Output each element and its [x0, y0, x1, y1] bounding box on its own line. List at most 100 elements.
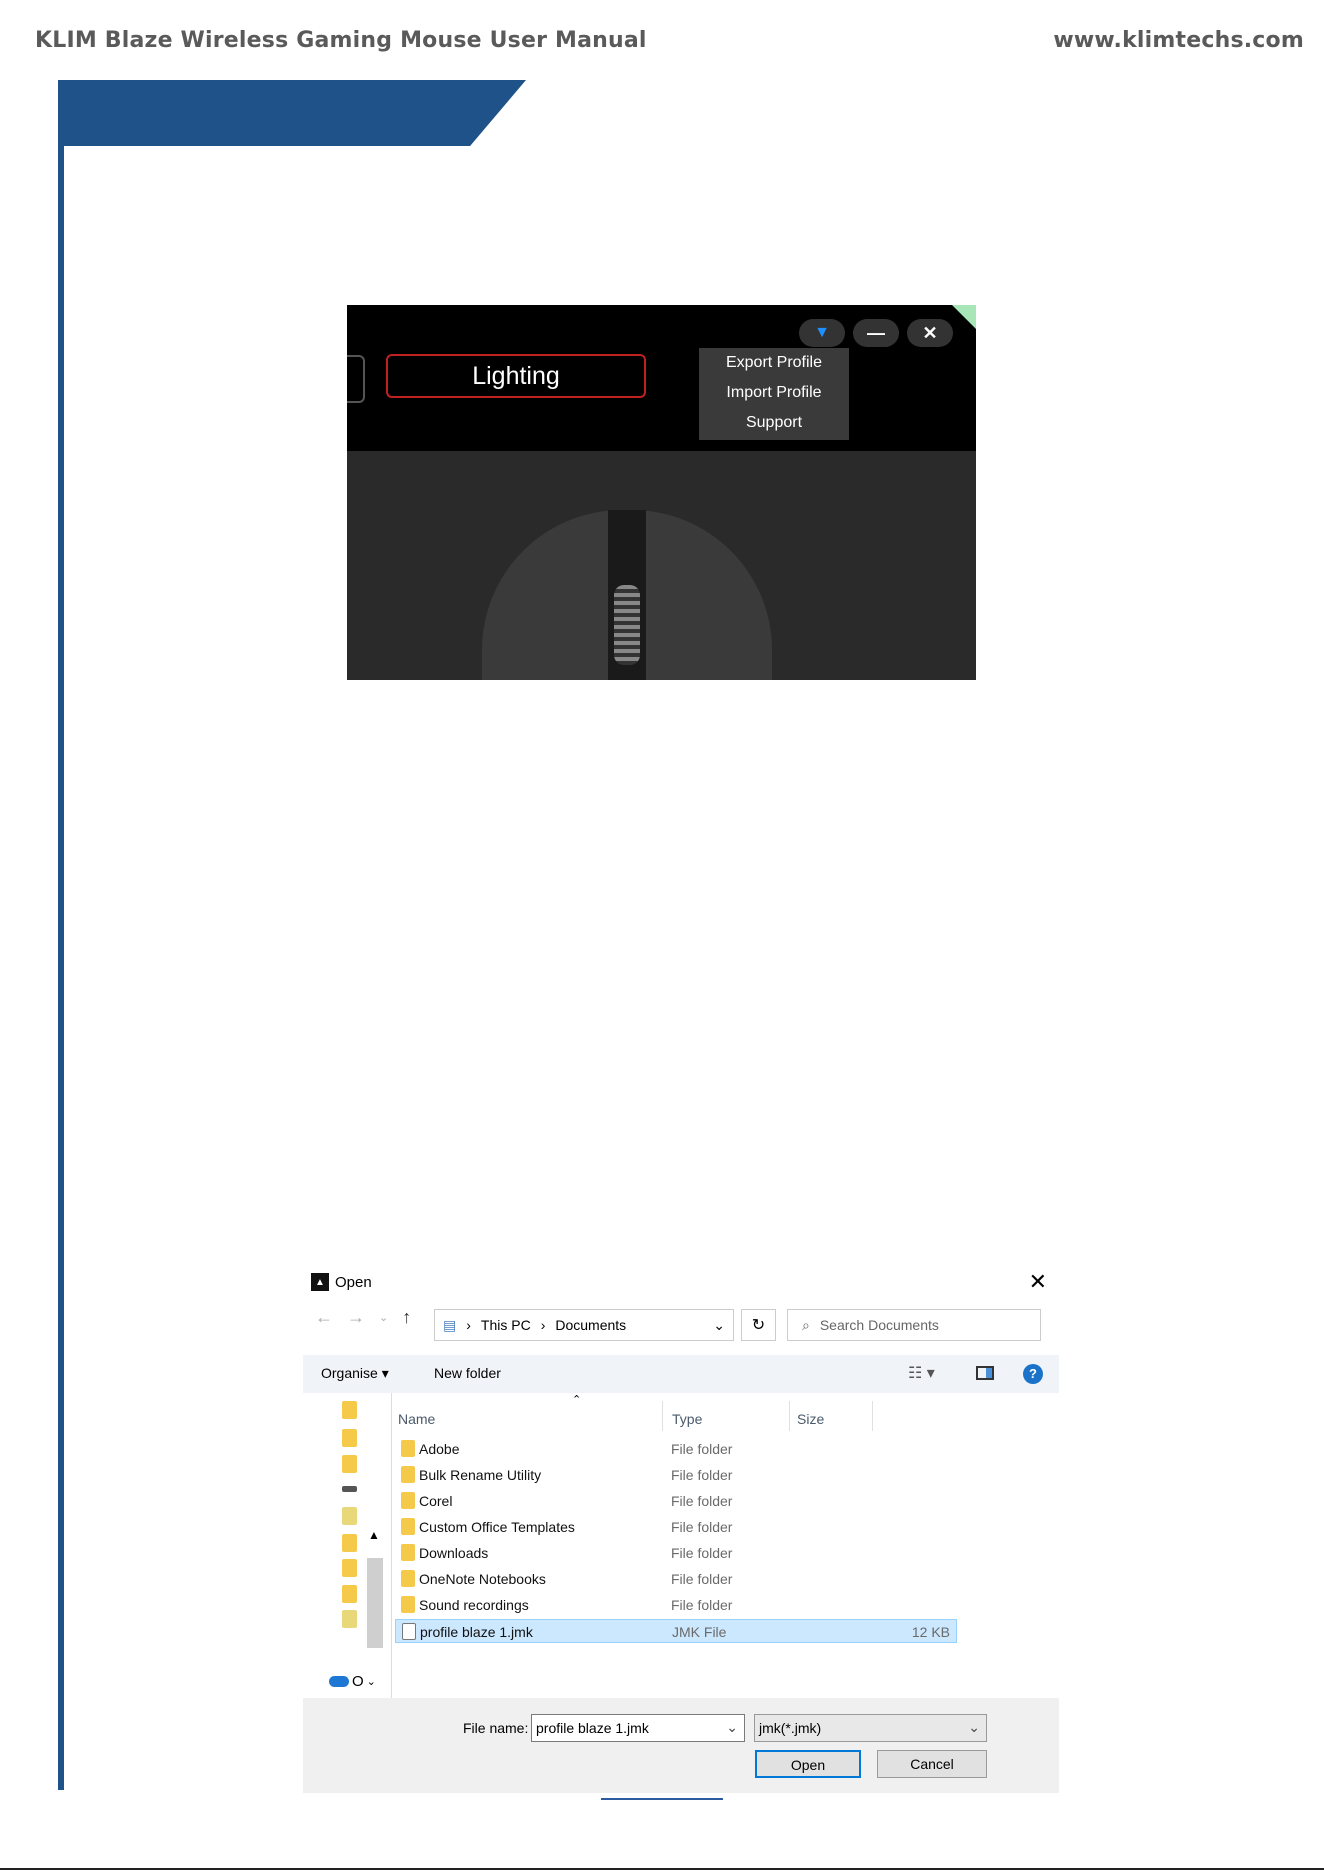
dropdown-button[interactable]: ▼ [799, 319, 845, 347]
chevron-down-icon[interactable]: ⌄ [726, 1719, 738, 1736]
close-button[interactable]: ✕ [907, 319, 953, 347]
nav-folder-icon[interactable] [342, 1559, 357, 1577]
file-type: File folder [671, 1597, 733, 1613]
file-row-selected[interactable]: profile blaze 1.jmk JMK File 12 KB [395, 1619, 957, 1643]
breadcrumb-this-pc[interactable]: This PC [481, 1317, 531, 1333]
app-logo-icon: ▲ [311, 1273, 329, 1291]
file-row[interactable]: Custom Office Templates File folder [395, 1515, 957, 1539]
folder-icon [401, 1466, 415, 1483]
file-name: Bulk Rename Utility [419, 1467, 542, 1483]
address-bar[interactable]: ▤ › This PC › Documents ⌄ [434, 1309, 734, 1341]
app-top-bar: Lighting ▼ — ✕ Export Profile Import Pro… [347, 305, 976, 451]
triangle-down-icon: ▼ [814, 324, 830, 341]
menu-item-import-profile[interactable]: Import Profile [699, 378, 849, 408]
file-row[interactable]: Bulk Rename Utility File folder [395, 1463, 957, 1487]
column-separator[interactable] [662, 1401, 663, 1431]
file-type: File folder [671, 1571, 733, 1587]
nav-folder-icon[interactable] [342, 1585, 357, 1603]
file-type: File folder [671, 1441, 733, 1457]
chevron-down-icon: ⌄ [366, 1676, 376, 1688]
minimize-icon: — [867, 322, 885, 343]
file-name: Corel [419, 1493, 453, 1509]
back-arrow-icon[interactable]: ← [315, 1307, 333, 1328]
chevron-down-icon[interactable]: ⌄ [713, 1317, 725, 1334]
breadcrumb-documents[interactable]: Documents [555, 1317, 626, 1333]
file-type: File folder [671, 1493, 733, 1509]
lighting-tab[interactable]: Lighting [386, 354, 646, 398]
file-name: profile blaze 1.jmk [420, 1624, 533, 1640]
open-button[interactable]: Open [755, 1750, 861, 1778]
column-header-size[interactable]: Size [797, 1411, 824, 1427]
file-row[interactable]: Adobe File folder [395, 1437, 957, 1461]
mouse-wheel [614, 585, 640, 665]
chevron-down-icon[interactable]: ⌄ [968, 1719, 980, 1736]
column-separator[interactable] [872, 1401, 873, 1431]
dialog-close-button[interactable]: ✕ [1029, 1269, 1047, 1295]
new-folder-button[interactable]: New folder [434, 1365, 501, 1381]
column-header-name[interactable]: Name [398, 1411, 435, 1427]
nav-user-folder-icon[interactable] [342, 1610, 357, 1628]
folder-icon [401, 1544, 415, 1561]
header-url[interactable]: www.klimtechs.com [1053, 28, 1304, 53]
nav-user-folder-icon[interactable] [342, 1507, 357, 1525]
file-name-field[interactable]: profile blaze 1.jmk ⌄ [531, 1714, 745, 1742]
file-type: File folder [671, 1545, 733, 1561]
dialog-toolbar: Organise ▾ New folder ☷ ▾ ? [303, 1355, 1059, 1393]
file-name: OneNote Notebooks [419, 1571, 546, 1587]
link-underline [601, 1798, 723, 1800]
document-icon [402, 1623, 416, 1640]
nav-scrollbar[interactable] [367, 1558, 383, 1648]
file-type: File folder [671, 1467, 733, 1483]
file-name: Downloads [419, 1545, 489, 1561]
file-size: 12 KB [911, 1624, 950, 1640]
file-row[interactable]: Sound recordings File folder [395, 1593, 957, 1617]
file-type: JMK File [672, 1624, 727, 1640]
nav-folder-icon[interactable] [342, 1429, 357, 1447]
close-icon: ✕ [922, 322, 938, 343]
previous-tab-stub[interactable] [347, 355, 365, 403]
menu-item-export-profile[interactable]: Export Profile [699, 348, 849, 378]
column-header-type[interactable]: Type [672, 1411, 702, 1427]
nav-folder-icon[interactable] [342, 1401, 357, 1419]
navigation-pane: ▲ O ⌄ [303, 1393, 391, 1698]
cancel-button[interactable]: Cancel [877, 1750, 987, 1778]
search-input[interactable]: ⌕ Search Documents [787, 1309, 1041, 1341]
onedrive-item[interactable]: O ⌄ [329, 1673, 376, 1690]
dialog-title-text: Open [335, 1273, 372, 1291]
minimize-button[interactable]: — [853, 319, 899, 347]
file-row[interactable]: OneNote Notebooks File folder [395, 1567, 957, 1591]
refresh-icon: ↻ [751, 1317, 766, 1334]
corner-accent [952, 305, 976, 329]
forward-arrow-icon[interactable]: → [347, 1307, 365, 1328]
breadcrumb-separator-icon: › [466, 1317, 471, 1333]
refresh-button[interactable]: ↻ [741, 1309, 776, 1341]
nav-drive-icon[interactable] [342, 1486, 357, 1492]
folder-icon [401, 1440, 415, 1457]
file-row[interactable]: Corel File folder [395, 1489, 957, 1513]
column-separator[interactable] [789, 1401, 790, 1431]
view-options-icon[interactable]: ☷ ▾ [908, 1363, 935, 1383]
preview-pane-icon[interactable] [976, 1366, 994, 1380]
sort-indicator-icon: ⌃ [572, 1394, 582, 1406]
file-name-label: File name: [463, 1720, 529, 1736]
file-name: Custom Office Templates [419, 1519, 575, 1535]
nav-folder-icon[interactable] [342, 1455, 357, 1473]
file-type-value: jmk(*.jmk) [759, 1720, 822, 1736]
organise-button[interactable]: Organise ▾ [321, 1365, 389, 1382]
open-dialog: ▲ Open ✕ ← → ⌄ ↑ ▤ › This PC › Documents… [303, 1263, 1059, 1793]
scroll-up-icon[interactable]: ▲ [368, 1528, 380, 1542]
file-type-select[interactable]: jmk(*.jmk) ⌄ [754, 1714, 987, 1742]
menu-item-support[interactable]: Support [699, 408, 849, 438]
recent-dropdown-icon[interactable]: ⌄ [379, 1311, 388, 1324]
documents-icon: ▤ [443, 1316, 457, 1333]
search-icon: ⌕ [802, 1316, 810, 1333]
footer-rule [0, 1868, 1324, 1870]
profile-menu: Export Profile Import Profile Support [699, 348, 849, 440]
help-icon[interactable]: ? [1023, 1364, 1043, 1384]
folder-icon [401, 1492, 415, 1509]
nav-folder-icon[interactable] [342, 1534, 357, 1552]
file-list: ⌃ Name Type Size Adobe File folder Bulk … [391, 1393, 1060, 1698]
up-arrow-icon[interactable]: ↑ [402, 1307, 411, 1328]
file-name: Sound recordings [419, 1597, 529, 1613]
file-row[interactable]: Downloads File folder [395, 1541, 957, 1565]
